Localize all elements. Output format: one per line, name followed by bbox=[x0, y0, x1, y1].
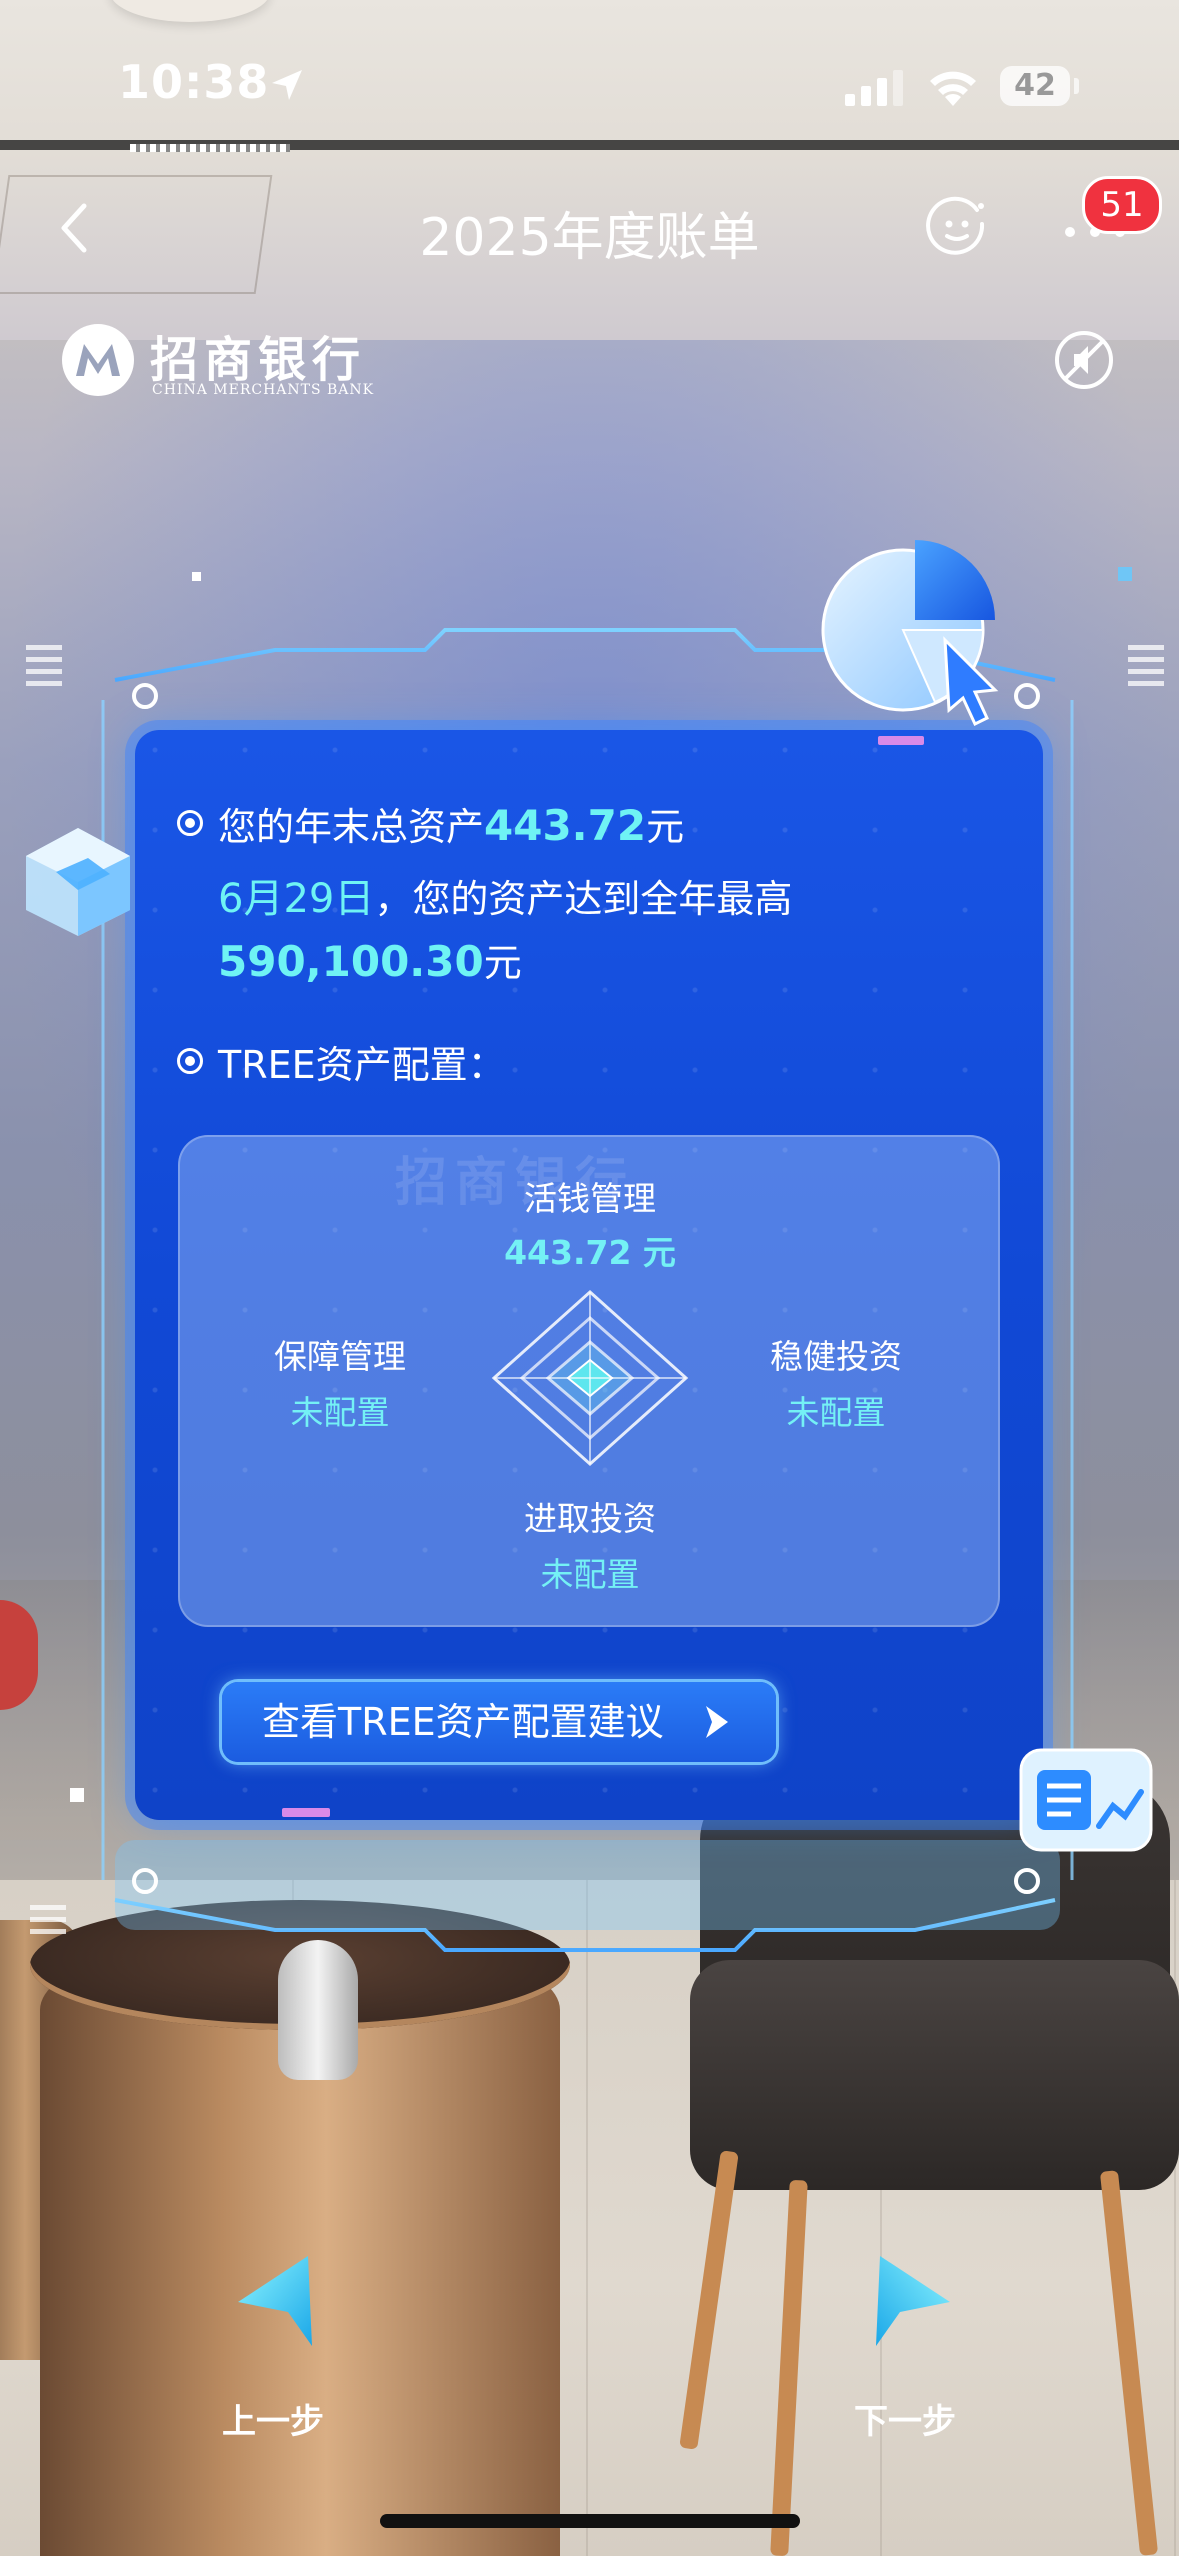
location-arrow-icon bbox=[272, 70, 302, 100]
accent-bar bbox=[878, 736, 924, 745]
assets-unit: 元 bbox=[646, 805, 685, 849]
tree-advice-button[interactable]: 查看TREE资产配置建议 bbox=[222, 1682, 776, 1762]
wifi-icon bbox=[930, 71, 976, 106]
alloc-left-label: 保障管理 bbox=[274, 1337, 406, 1376]
bank-name-en: CHINA MERCHANTS BANK bbox=[152, 382, 375, 398]
alloc-top-label: 活钱管理 bbox=[524, 1179, 656, 1218]
peak-value: 590,100.30 bbox=[218, 937, 484, 986]
bullet-icon bbox=[177, 810, 203, 836]
decor-lines bbox=[1128, 645, 1164, 689]
alloc-bottom-value: 未配置 bbox=[540, 1555, 640, 1594]
tree-section-title: TREE资产配置： bbox=[218, 1043, 506, 1087]
accent-bar bbox=[282, 1808, 330, 1817]
alloc-top-value: 443.72 元 bbox=[504, 1233, 676, 1272]
battery-tip bbox=[1074, 78, 1079, 94]
status-bar: 10:38 42 bbox=[0, 0, 1179, 150]
peak-date: 6月29日 bbox=[218, 876, 375, 922]
year-end-assets-line: 您的年末总资产443.72元 bbox=[218, 796, 684, 851]
vase bbox=[278, 1940, 358, 2080]
decor-square bbox=[1118, 567, 1132, 581]
alloc-bottom-label: 进取投资 bbox=[524, 1499, 656, 1538]
chevron-right-icon bbox=[706, 1706, 728, 1738]
decor-square bbox=[192, 572, 201, 581]
status-time: 10:38 bbox=[118, 55, 270, 109]
assets-value: 443.72 bbox=[484, 801, 647, 850]
decor-lines bbox=[30, 1905, 66, 1935]
peak-text: ，您的资产达到全年最高 bbox=[374, 877, 793, 921]
corner-dot bbox=[1014, 683, 1040, 709]
previous-arrow-icon[interactable] bbox=[228, 2250, 328, 2350]
peak-value-line: 590,100.30元 bbox=[218, 932, 522, 987]
alloc-right-value: 未配置 bbox=[786, 1393, 886, 1432]
page-title: 2025年度账单 bbox=[419, 208, 760, 268]
corner-dot bbox=[132, 1868, 158, 1894]
previous-step-button[interactable]: 上一步 bbox=[222, 2394, 324, 2443]
next-step-button[interactable]: 下一步 bbox=[854, 2394, 956, 2443]
corner-dot bbox=[1014, 1868, 1040, 1894]
chair-seat bbox=[690, 1960, 1179, 2190]
decor-square bbox=[70, 1788, 84, 1802]
assistant-face-icon[interactable] bbox=[925, 196, 989, 260]
pie-chart-3d-icon bbox=[821, 540, 999, 727]
document-chart-3d-icon bbox=[1019, 1748, 1153, 1852]
bank-name-cn: 招商银行 bbox=[150, 332, 367, 388]
corner-dot bbox=[132, 683, 158, 709]
sound-off-icon[interactable] bbox=[1052, 328, 1116, 392]
cube-3d-icon bbox=[26, 828, 130, 936]
bank-logo-icon bbox=[62, 324, 134, 396]
allocation-radar-chart bbox=[491, 1289, 689, 1467]
decor-lines bbox=[26, 645, 62, 689]
home-indicator[interactable] bbox=[380, 2514, 800, 2528]
alloc-left-value: 未配置 bbox=[290, 1393, 390, 1432]
bullet-icon bbox=[177, 1048, 203, 1074]
notification-badge: 51 bbox=[1082, 176, 1162, 234]
assets-prefix: 您的年末总资产 bbox=[218, 805, 485, 849]
alloc-right-label: 稳健投资 bbox=[770, 1337, 902, 1376]
battery-indicator: 42 bbox=[1000, 66, 1070, 106]
peak-date-line: 6月29日，您的资产达到全年最高 bbox=[218, 866, 792, 924]
peak-unit: 元 bbox=[483, 941, 522, 985]
cellular-signal-icon bbox=[845, 70, 903, 106]
next-arrow-icon[interactable] bbox=[860, 2250, 960, 2350]
